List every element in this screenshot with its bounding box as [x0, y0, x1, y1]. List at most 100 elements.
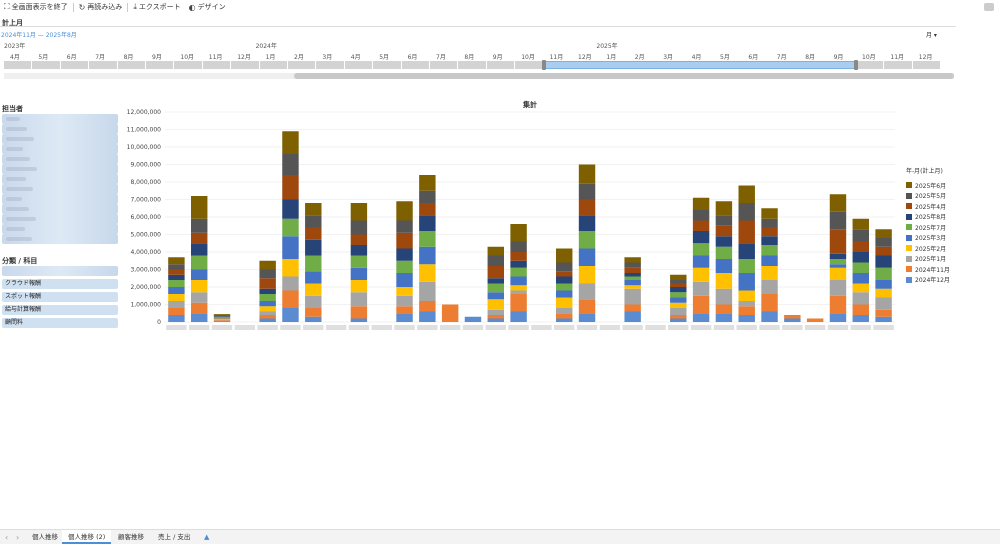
bar-segment [829, 313, 847, 322]
timeline-month-cell[interactable] [373, 61, 402, 69]
bar-segment [510, 241, 527, 252]
bar-segment [829, 253, 847, 259]
export-button[interactable]: ⤓ エクスポート [129, 2, 184, 12]
bar-segment [692, 231, 710, 244]
redacted-x-label [576, 325, 598, 330]
legend-swatch [906, 224, 912, 231]
timeline-month-cell[interactable] [856, 61, 885, 69]
redacted-x-label [713, 325, 735, 330]
category-slicer-item[interactable] [2, 266, 118, 276]
timeline-month-cell[interactable] [515, 61, 544, 69]
timeline-month-label: 5月 [379, 54, 390, 61]
comment-icon[interactable] [984, 3, 994, 11]
bar-segment [715, 236, 733, 247]
timeline-month-cell[interactable] [401, 61, 430, 69]
legend-item[interactable]: 2025年7月 [906, 222, 950, 233]
bar-segment [875, 288, 892, 298]
timeline-month-cell[interactable] [912, 61, 942, 69]
exit-fullscreen-button[interactable]: ⛶ 全画面表示を終了 [0, 2, 72, 12]
legend-item[interactable]: 2024年11月 [906, 264, 950, 275]
timeline-month-cell[interactable] [32, 61, 61, 69]
bar-segment [419, 301, 436, 312]
bar-segment [692, 295, 710, 314]
bar-segment [670, 292, 687, 298]
bar-segment [761, 227, 778, 237]
y-tick-label: 11,000,000 [127, 127, 162, 134]
category-slicer-item[interactable]: 給与計算報酬 [2, 305, 118, 315]
legend-item[interactable]: 2025年2月 [906, 243, 950, 254]
redacted-name [6, 227, 25, 231]
legend-item[interactable]: 2024年12月 [906, 275, 950, 286]
category-slicer-item[interactable]: クラウド報酬 [2, 279, 118, 289]
timeline-month-cell[interactable] [344, 61, 374, 69]
sheet-tab-2[interactable]: 個人推移 (2) [62, 530, 112, 544]
timeline-month-label: 2月 [634, 54, 645, 61]
timeline-range-label: 2024年11月 — 2025年8月 [1, 32, 77, 39]
timeline-month-cell[interactable] [89, 61, 118, 69]
redacted-x-label [804, 325, 826, 330]
sheet-tab-3[interactable]: 顧客推移 [112, 530, 150, 544]
legend-item[interactable]: 2025年1月 [906, 254, 950, 265]
timeline-selection[interactable] [544, 61, 855, 69]
timeline-month-cell[interactable] [202, 61, 232, 69]
bar-segment [556, 313, 573, 319]
legend-item[interactable]: 2025年5月 [906, 191, 950, 202]
timeline-start-handle[interactable] [541, 60, 546, 70]
timeline-month-label: 8月 [805, 54, 816, 61]
bar-segment [852, 283, 869, 293]
download-icon: ⤓ [133, 2, 137, 11]
design-label: デザイン [197, 3, 226, 11]
timeline-month-cell[interactable] [259, 61, 288, 69]
timeline-month-cell[interactable] [288, 61, 317, 69]
bar-segment [556, 297, 573, 308]
bar-segment [396, 232, 413, 249]
timeline-month-cell[interactable] [316, 61, 345, 69]
timeline-month-cell[interactable] [884, 61, 913, 69]
timeline-month-cell[interactable] [430, 61, 459, 69]
bar-segment [396, 313, 413, 322]
redacted-x-label [531, 325, 552, 330]
chart-title: 集計 [522, 100, 537, 109]
legend-swatch [906, 276, 912, 283]
bar-segment [875, 297, 892, 310]
timeline-month-label: 12月 [578, 54, 592, 61]
timeline-granularity-dropdown[interactable]: 月 ▾ [926, 30, 937, 39]
reload-button[interactable]: ↻ 再読み込み [75, 2, 127, 12]
bar-segment [715, 225, 733, 237]
bar-segment [213, 321, 231, 322]
timeline-scrollbar[interactable] [294, 73, 954, 79]
category-slicer-item[interactable]: スポット報酬 [2, 292, 118, 302]
timeline-month-cell[interactable] [231, 61, 260, 69]
design-button[interactable]: ◐ デザイン [185, 2, 230, 12]
timeline-month-cell[interactable] [486, 61, 516, 69]
category-slicer-item[interactable]: 顧問料 [2, 318, 118, 328]
timeline-month-cell[interactable] [458, 61, 487, 69]
redacted-x-label [417, 325, 438, 330]
timeline-month-cell[interactable] [174, 61, 203, 69]
bar-segment [419, 175, 436, 191]
add-sheet-icon[interactable]: ▲ [204, 533, 209, 541]
legend-item[interactable]: 2025年4月 [906, 201, 950, 212]
timeline-month-cell[interactable] [60, 61, 90, 69]
legend-item[interactable]: 2025年3月 [906, 233, 950, 244]
timeline-month-cell[interactable] [146, 61, 175, 69]
timeline-month-label: 10月 [180, 54, 195, 61]
bar-segment [852, 252, 869, 263]
legend-item[interactable]: 2025年6月 [906, 180, 950, 191]
bar-segment [829, 259, 847, 265]
sheet-tab-1[interactable]: 個人推移 [26, 530, 64, 544]
legend-item[interactable]: 2025年8月 [906, 212, 950, 223]
bar-segment [305, 295, 322, 308]
timeline-month-cell[interactable] [117, 61, 146, 69]
timeline-month-label: 6月 [748, 54, 759, 61]
tab-next-icon[interactable]: › [16, 533, 19, 542]
timeline-end-handle[interactable] [854, 60, 858, 70]
legend-title: 年-月(計上月) [906, 168, 943, 175]
sheet-tab-4[interactable]: 売上 / 支出 [152, 530, 196, 544]
bar-segment [259, 260, 276, 270]
bar-segment [350, 267, 368, 280]
bar-segment [487, 292, 504, 300]
tab-prev-icon[interactable]: ‹ [5, 533, 8, 542]
timeline-month-cell[interactable] [4, 61, 33, 69]
bar-segment [487, 283, 504, 293]
